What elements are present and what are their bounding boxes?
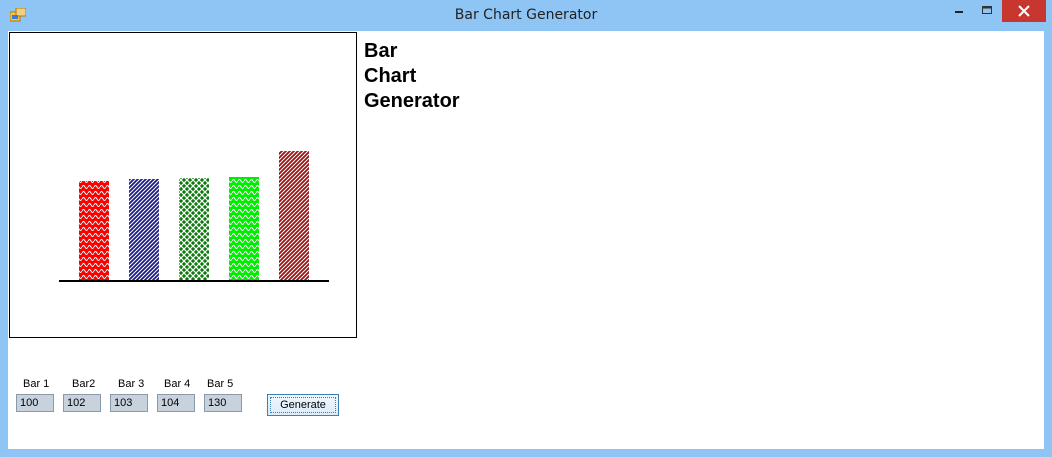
bar4-label: Bar 4 <box>164 378 191 390</box>
generate-button[interactable]: Generate <box>267 394 339 416</box>
bar-chart <box>59 151 329 282</box>
minimize-button[interactable] <box>944 0 974 22</box>
app-window: Bar Chart Generator Bar Chart Generator … <box>0 0 1052 457</box>
bar3-label: Bar 3 <box>118 378 145 390</box>
close-button[interactable] <box>1002 0 1046 22</box>
close-icon <box>1018 5 1030 17</box>
window-title: Bar Chart Generator <box>454 7 598 23</box>
bar5-input[interactable] <box>204 394 242 412</box>
heading-line-3: Generator <box>364 90 460 112</box>
bar4-input[interactable] <box>157 394 195 412</box>
bar5-label: Bar 5 <box>207 378 234 390</box>
bar3-input[interactable] <box>110 394 148 412</box>
maximize-icon <box>982 6 992 14</box>
bar1-input[interactable] <box>16 394 54 412</box>
app-heading: Bar Chart Generator <box>364 39 460 114</box>
bar-2-hatch <box>129 179 159 281</box>
maximize-button[interactable] <box>972 0 1002 22</box>
bar-4-hatch <box>229 177 259 281</box>
bar-5-hatch <box>279 151 309 281</box>
bar-1-hatch <box>79 181 109 281</box>
bar-3-hatch <box>179 178 209 281</box>
heading-line-2: Chart <box>364 65 417 87</box>
bar2-input[interactable] <box>63 394 101 412</box>
bar2-label: Bar2 <box>72 378 96 390</box>
minimize-icon <box>955 11 963 13</box>
client-area: Bar Chart Generator Bar 1 Bar2 Bar 3 Bar… <box>8 31 1044 449</box>
bar1-label: Bar 1 <box>23 378 50 390</box>
heading-line-1: Bar <box>364 40 398 62</box>
title-bar[interactable]: Bar Chart Generator <box>0 0 1052 31</box>
chart-panel <box>9 32 357 338</box>
